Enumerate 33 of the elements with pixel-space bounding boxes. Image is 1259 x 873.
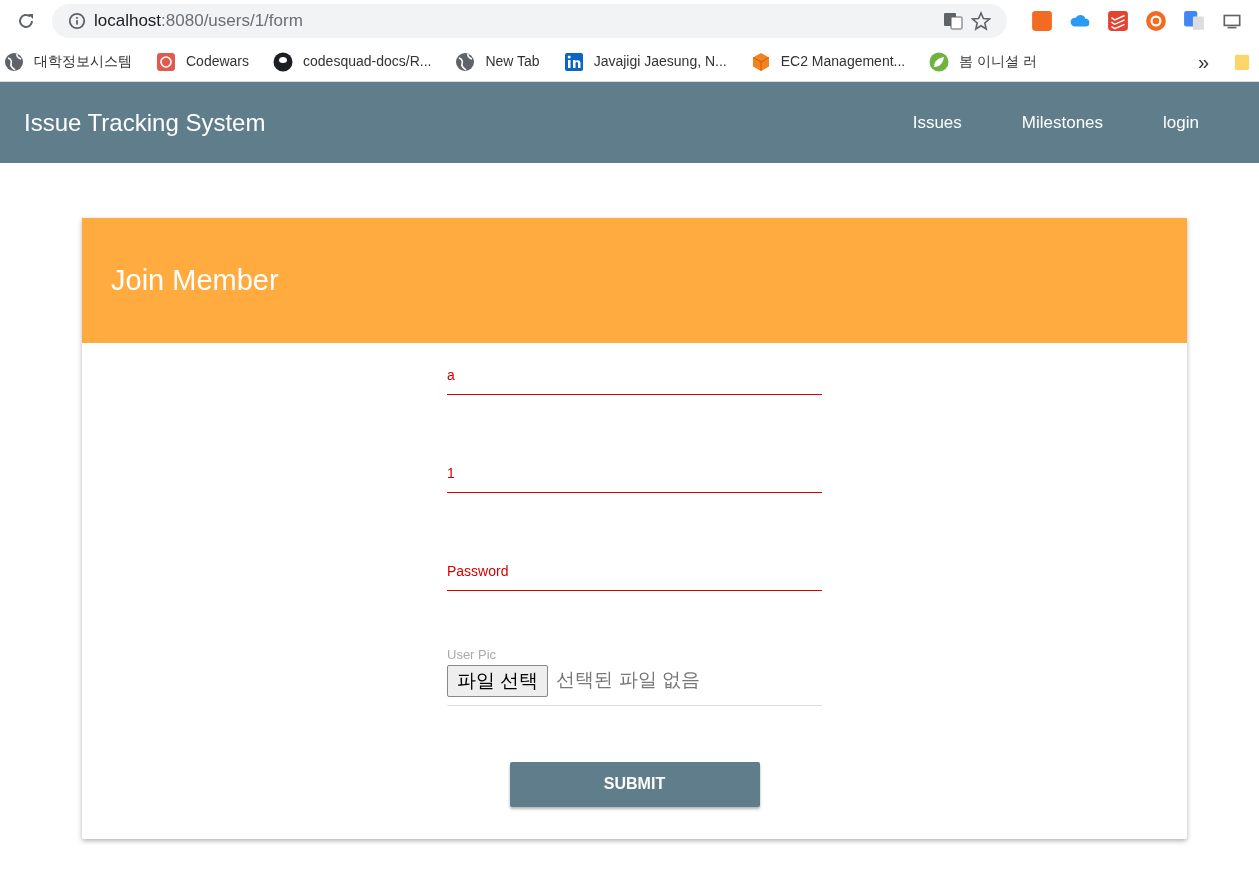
url-text: localhost:8080/users/1/form bbox=[94, 10, 304, 33]
input-field[interactable]: 1 bbox=[447, 457, 822, 493]
password-field[interactable]: Password bbox=[447, 555, 822, 591]
submit-button[interactable]: SUBMIT bbox=[509, 761, 760, 807]
globe-icon bbox=[4, 51, 24, 72]
info-icon[interactable] bbox=[68, 12, 86, 30]
lifebuoy-icon[interactable] bbox=[1145, 10, 1167, 32]
todo-extension-icon[interactable] bbox=[1107, 10, 1129, 32]
bookmark[interactable]: 봄 이니셜 러 bbox=[929, 51, 1038, 72]
nav-link[interactable]: Milestones bbox=[1021, 109, 1104, 136]
reload-icon[interactable] bbox=[16, 11, 36, 31]
bookmark[interactable]: Codewars bbox=[156, 51, 250, 72]
bookmark[interactable]: 대학정보시스템 bbox=[4, 51, 132, 72]
file-input[interactable]: 파일 선택 선택된 파일 없음 bbox=[447, 664, 822, 706]
bookmark[interactable]: EC2 Management... bbox=[750, 51, 906, 72]
leaf-icon bbox=[929, 51, 950, 72]
more-bookmarks[interactable]: » bbox=[1197, 46, 1209, 77]
input-field[interactable]: a bbox=[447, 359, 822, 395]
bookmark[interactable]: Javajigi Jaesung, N... bbox=[563, 51, 727, 72]
nav-link[interactable]: login bbox=[1163, 109, 1199, 136]
bookmark[interactable]: New Tab bbox=[455, 51, 540, 72]
bookmark[interactable]: codesquad-docs/R... bbox=[273, 51, 432, 72]
card-title: Join Member bbox=[111, 262, 279, 298]
star-icon[interactable] bbox=[971, 11, 991, 31]
brand-title[interactable]: Issue Tracking System bbox=[24, 104, 266, 141]
address-bar[interactable]: localhost:8080/users/1/form bbox=[52, 4, 1007, 38]
file-status: 선택된 파일 없음 bbox=[556, 668, 700, 693]
globe-icon bbox=[455, 51, 476, 72]
choose-file-button[interactable]: 파일 선택 bbox=[447, 664, 549, 697]
field-label: User Pic bbox=[447, 646, 497, 664]
cube-icon bbox=[750, 51, 771, 72]
nav-link[interactable]: Issues bbox=[912, 109, 962, 136]
linkedin-logo-icon bbox=[563, 51, 584, 72]
